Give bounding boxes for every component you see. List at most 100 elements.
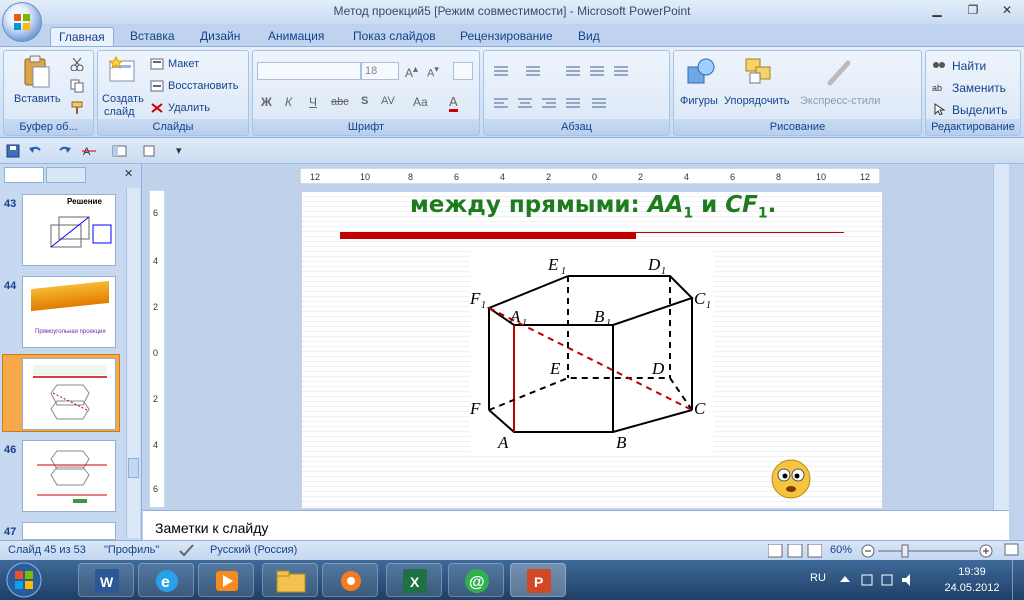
keyboard-language[interactable]: RU: [810, 572, 826, 584]
svg-text:P: P: [534, 574, 543, 590]
paste-icon[interactable]: [22, 55, 52, 89]
thumb-title: Решение: [67, 197, 102, 206]
clipboard-group-label: Буфер об...: [4, 119, 93, 135]
close-panel-icon[interactable]: ✕: [124, 167, 133, 180]
minimize-button[interactable]: ▁: [924, 2, 950, 18]
font-name-input[interactable]: [257, 62, 361, 80]
slide-thumbnail[interactable]: Прямоугольная проекция: [22, 276, 116, 348]
horizontal-ruler: 12 10 8 6 4 2 0 2 4 6 8 10 12: [300, 168, 880, 184]
new-slide-label-2[interactable]: слайд: [104, 106, 135, 118]
tab-slideshow[interactable]: Показ слайдов: [353, 27, 436, 46]
taskbar-mail-agent-icon[interactable]: @: [448, 563, 504, 597]
delete-button[interactable]: Удалить: [168, 102, 210, 114]
select-icon: [934, 103, 946, 115]
layout-button[interactable]: Макет: [168, 58, 199, 70]
shadow-button[interactable]: S: [361, 95, 368, 107]
title-bar: Метод проекций5 [Режим совместимости] - …: [0, 0, 1024, 24]
cut-icon[interactable]: [70, 57, 84, 71]
font-size-input[interactable]: 18: [361, 62, 399, 80]
quick-styles-button[interactable]: Экспресс-стили: [800, 95, 880, 107]
editing-group-label: Редактирование: [926, 119, 1020, 135]
customize-qat-icon[interactable]: ▾: [176, 144, 182, 157]
italic-button[interactable]: К: [285, 95, 292, 109]
undo-icon[interactable]: [28, 144, 42, 158]
shrink-font-icon[interactable]: A▾: [427, 64, 439, 80]
taskbar-explorer-icon[interactable]: [262, 563, 318, 597]
label-a1: A: [509, 307, 521, 326]
taskbar-avast-icon[interactable]: [322, 563, 378, 597]
strikethrough-button[interactable]: abc: [331, 96, 349, 108]
redo-icon[interactable]: [58, 144, 72, 158]
grow-font-icon[interactable]: A▴: [405, 64, 418, 80]
font-color-button[interactable]: A: [449, 94, 458, 112]
qat-extra-icon[interactable]: [142, 144, 158, 158]
taskbar-powerpoint-icon[interactable]: P: [510, 563, 566, 597]
close-button[interactable]: ✕: [994, 2, 1020, 18]
tab-animation[interactable]: Анимация: [268, 27, 324, 46]
tab-view[interactable]: Вид: [578, 27, 600, 46]
outline-tab[interactable]: [46, 167, 86, 183]
new-slide-label[interactable]: Создать: [102, 93, 144, 105]
worried-smiley-icon: [771, 459, 811, 499]
bold-button[interactable]: Ж: [261, 95, 272, 109]
paragraph-tools-icon[interactable]: [488, 63, 666, 113]
find-button[interactable]: Найти: [952, 59, 986, 73]
tab-home[interactable]: Главная: [50, 27, 114, 46]
slides-panel-scrollbar[interactable]: [126, 188, 140, 538]
char-spacing-button[interactable]: AV: [381, 95, 395, 107]
system-tray-icons[interactable]: [838, 572, 918, 588]
taskbar-ie-icon[interactable]: e: [138, 563, 194, 597]
change-case-button[interactable]: Aa: [413, 95, 428, 109]
start-button-icon[interactable]: [4, 562, 44, 598]
paragraph-group-label: Абзац: [484, 119, 669, 135]
show-desktop-button[interactable]: [1012, 560, 1024, 600]
slide-thumbnail[interactable]: [22, 358, 116, 430]
view-icon[interactable]: [112, 144, 128, 158]
arrange-icon[interactable]: [744, 57, 776, 87]
shapes-button[interactable]: Фигуры: [680, 95, 718, 107]
tab-review[interactable]: Рецензирование: [460, 27, 553, 46]
notes-pane[interactable]: Заметки к слайду: [143, 510, 1009, 540]
strikethrough-qat-icon[interactable]: A: [82, 144, 98, 158]
slide-thumbnail[interactable]: [22, 440, 116, 512]
reset-button[interactable]: Восстановить: [168, 80, 238, 92]
copy-icon[interactable]: [70, 79, 84, 93]
zoom-slider[interactable]: [860, 543, 1000, 559]
format-painter-icon[interactable]: [70, 101, 84, 115]
new-slide-icon[interactable]: [108, 55, 138, 85]
office-button[interactable]: [2, 2, 42, 42]
thumb-wordart: [31, 280, 109, 312]
taskbar-excel-icon[interactable]: X: [386, 563, 442, 597]
clock-time[interactable]: 19:39: [942, 566, 1002, 578]
arrange-button[interactable]: Упорядочить: [724, 95, 789, 107]
slide-thumbnail[interactable]: Решение: [22, 194, 116, 266]
spelling-icon[interactable]: [178, 543, 196, 557]
save-icon[interactable]: [6, 144, 20, 158]
slides-tab[interactable]: [4, 167, 44, 183]
replace-button[interactable]: Заменить: [952, 81, 1006, 95]
taskbar-media-player-icon[interactable]: [198, 563, 254, 597]
ribbon-tabs: Главная Вставка Дизайн Анимация Показ сл…: [0, 24, 1024, 46]
fit-to-window-icon[interactable]: [1004, 543, 1020, 557]
svg-text:10: 10: [360, 172, 370, 182]
underline-button[interactable]: Ч: [309, 95, 317, 109]
slide-thumbnail[interactable]: [22, 522, 116, 540]
clear-formatting-icon[interactable]: [453, 62, 473, 80]
restore-button[interactable]: ❐: [960, 2, 986, 18]
select-button[interactable]: Выделить: [952, 103, 1007, 117]
paste-button[interactable]: Вставить: [14, 93, 61, 105]
svg-text:6: 6: [730, 172, 735, 182]
svg-text:@: @: [469, 574, 485, 591]
zoom-level[interactable]: 60%: [830, 544, 852, 556]
view-buttons-icon[interactable]: [768, 544, 822, 558]
shapes-icon[interactable]: [686, 57, 718, 87]
scroll-thumb[interactable]: [128, 458, 139, 478]
quick-styles-icon[interactable]: [824, 57, 856, 87]
tab-design[interactable]: Дизайн: [200, 27, 240, 46]
layout-icon: [150, 58, 164, 70]
clock-date[interactable]: 24.05.2012: [938, 582, 1006, 594]
language-indicator[interactable]: Русский (Россия): [210, 544, 297, 556]
taskbar-word-icon[interactable]: W: [78, 563, 134, 597]
workspace-scrollbar[interactable]: [993, 164, 1009, 510]
tab-insert[interactable]: Вставка: [130, 27, 175, 46]
